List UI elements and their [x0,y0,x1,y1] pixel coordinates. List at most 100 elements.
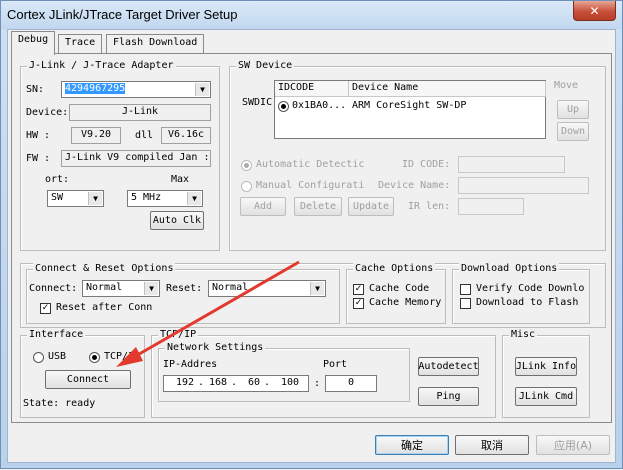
id-code-label: ID CODE: [402,159,451,170]
connect-reset-title: Connect & Reset Options [33,263,176,274]
add-button[interactable]: Add [240,197,286,216]
download-flash-label: Download to Flash [476,297,579,308]
ip-dot: . [264,377,271,388]
tab-flash-download-label: Flash Download [113,37,198,48]
device-field: J-Link [69,104,211,121]
debug-tab-pane: J-Link / J-Trace Adapter SN: 4294967295 … [11,53,612,423]
sw-device-title: SW Device [236,60,295,71]
close-button[interactable]: ✕ [573,1,616,21]
delete-button[interactable]: Delete [294,197,342,216]
cache-code-checkbox[interactable]: ✓ [353,284,364,295]
row-idcode: 0x1BA0... [292,100,347,111]
jlink-info-button[interactable]: JLink Info [515,357,577,376]
chevron-down-icon: ▼ [195,83,209,96]
usb-radio[interactable] [33,352,44,363]
ip-address-input[interactable]: 192 . 168 . 60 . 100 [163,375,309,392]
update-button[interactable]: Update [348,197,394,216]
interface-group: Interface USB TCP/IP Connect State: read… [20,329,145,418]
ok-button[interactable]: 确定 [375,435,449,455]
col-idcode-header: IDCODE [275,81,349,97]
dll-field: V6.16c [161,127,211,144]
ip-octet-4: 100 [281,377,300,388]
device-name-label: Device Name: [378,180,451,191]
ip-dot: . [198,377,205,388]
max-label: Max [171,174,190,185]
table-row[interactable]: 0x1BA0... ARM CoreSight SW-DP [275,99,545,115]
tab-debug[interactable]: Debug [11,31,56,55]
device-name-input[interactable] [458,177,589,194]
move-up-button[interactable]: Up [557,100,589,119]
fw-field: J-Link V9 compiled Jan : [61,150,211,167]
col-device-name-header: Device Name [349,81,546,97]
verify-code-checkbox[interactable] [460,284,471,295]
device-label: Device: [26,107,69,118]
tab-trace[interactable]: Trace [58,34,103,54]
cache-memory-checkbox[interactable]: ✓ [353,298,364,309]
auto-clk-button[interactable]: Auto Clk [150,211,204,230]
sn-label: SN: [26,84,45,95]
sw-device-group: SW Device SWDIC IDCODE Device Name 0x1BA… [229,60,606,251]
manual-config-label: Manual Configurati [256,180,365,191]
dialog-client: Debug Trace Flash Download J-Link / J-Tr… [7,29,616,463]
apply-button[interactable]: 应用(A) [536,435,610,455]
sn-select[interactable]: 4294967295 ▼ [61,81,211,98]
jlink-cmd-button[interactable]: JLink Cmd [515,387,577,406]
ir-len-input[interactable] [458,198,524,215]
chevron-down-icon: ▼ [310,282,324,295]
title-bar[interactable]: Cortex JLink/JTrace Target Driver Setup … [1,1,622,29]
tab-flash-download[interactable]: Flash Download [106,34,205,54]
row-device-name: ARM CoreSight SW-DP [352,100,467,111]
misc-group: Misc JLink Info JLink Cmd [502,329,590,418]
tcpip-group: TCP/IP Network Settings IP-Addres Port 1… [151,329,496,418]
ip-dot: . [231,377,238,388]
manual-config-radio[interactable] [241,181,252,192]
download-options-group: Download Options Verify Code Downlo Down… [452,263,590,324]
max-clock-select[interactable]: 5 MHz ▼ [127,190,203,207]
chevron-down-icon: ▼ [187,192,201,205]
port-select[interactable]: SW ▼ [47,190,104,207]
tcpip-label: TCP/IP [104,351,141,362]
swdio-label: SWDIC [242,97,273,108]
cancel-button[interactable]: 取消 [455,435,529,455]
max-clock-value: 5 MHz [131,192,162,203]
reset-after-connect-checkbox[interactable]: ✓ [40,303,51,314]
tab-trace-label: Trace [65,37,96,48]
id-code-input[interactable] [458,156,565,173]
port-number-input[interactable]: 0 [325,375,377,392]
state-label: State: ready [23,398,96,409]
port-value: SW [51,192,64,203]
row-select-radio[interactable] [278,101,289,112]
move-down-button[interactable]: Down [557,122,589,141]
tcpip-title: TCP/IP [158,329,199,340]
window-title: Cortex JLink/JTrace Target Driver Setup [7,7,238,22]
reset-label: Reset: [166,283,203,294]
connect-reset-group: Connect & Reset Options Connect: Normal … [26,263,340,324]
fw-label: FW : [26,153,51,164]
cache-options-title: Cache Options [353,263,436,274]
device-list[interactable]: IDCODE Device Name 0x1BA0... ARM CoreSig… [274,80,546,139]
move-label: Move [554,80,579,91]
jlink-adapter-title: J-Link / J-Trace Adapter [27,60,176,71]
ping-button[interactable]: Ping [418,387,479,406]
cache-options-group: Cache Options ✓ Cache Code ✓ Cache Memor… [346,263,446,324]
verify-code-label: Verify Code Downlo [476,283,585,294]
tcpip-radio[interactable] [89,352,100,363]
reset-select[interactable]: Normal ▼ [208,280,326,297]
sn-value: 4294967295 [65,83,126,94]
dialog-window: Cortex JLink/JTrace Target Driver Setup … [0,0,623,469]
port-separator: : [314,378,321,389]
ip-octet-3: 60 [248,377,261,388]
port-label: ort: [45,174,70,185]
connect-select[interactable]: Normal ▼ [82,280,160,297]
auto-detect-radio[interactable] [241,160,252,171]
hw-field: V9.20 [71,127,121,144]
autodetect-button[interactable]: Autodetect [418,357,479,376]
network-settings-title: Network Settings [165,342,266,353]
tab-debug-label: Debug [18,34,49,45]
hw-label: HW : [26,130,51,141]
connect-button[interactable]: Connect [45,370,131,389]
connect-label: Connect: [29,283,78,294]
ir-len-label: IR len: [408,201,451,212]
download-flash-checkbox[interactable] [460,298,471,309]
ip-octet-1: 192 [176,377,195,388]
